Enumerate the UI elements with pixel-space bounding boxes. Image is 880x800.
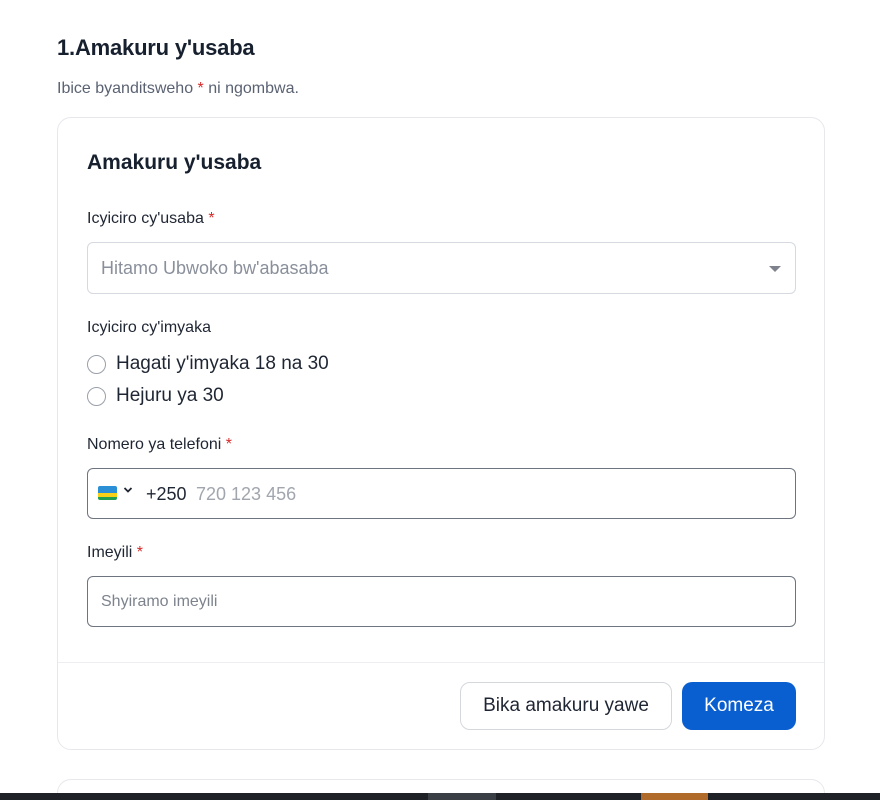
rwanda-flag-icon[interactable] [98,486,117,500]
applicant-category-select[interactable]: Hitamo Ubwoko bw'abasaba [87,242,796,294]
age-option-18-30[interactable]: Hagati y'imyaka 18 na 30 [87,353,329,375]
applicant-category-label-text: Icyiciro cy'usaba [87,210,204,227]
chevron-down-icon[interactable] [123,485,133,495]
age-option-over-30[interactable]: Hejuru ya 30 [87,385,224,407]
card-divider [58,662,824,663]
radio-button[interactable] [87,386,106,406]
radio-label: Hagati y'imyaka 18 na 30 [116,353,329,374]
phone-input[interactable]: 720 123 456 [196,484,296,505]
select-placeholder: Hitamo Ubwoko bw'abasaba [101,258,329,278]
subtitle-text: Ibice byanditsweho [57,80,198,97]
section-title: 1.Amakuru y'usaba [57,35,255,60]
card-title: Amakuru y'usaba [87,151,262,174]
radio-button[interactable] [87,354,106,374]
save-button[interactable]: Bika amakuru yawe [460,682,672,730]
email-placeholder: Shyiramo imeyili [101,593,218,610]
subtitle-text-end: ni ngombwa. [203,80,299,97]
email-label-text: Imeyili [87,544,133,561]
phone-label: Nomero ya telefoni * [87,436,232,454]
required-asterisk: * [225,436,232,453]
age-category-label: Icyiciro cy'imyaka [87,319,211,336]
applicant-info-card: Amakuru y'usaba Icyiciro cy'usaba * Hita… [57,117,825,750]
dial-code: +250 [146,484,187,504]
section-subtitle: Ibice byanditsweho * ni ngombwa. [57,80,299,98]
phone-label-text: Nomero ya telefoni [87,436,222,453]
email-field[interactable]: Shyiramo imeyili [87,576,796,627]
caret-down-icon [769,266,781,272]
phone-field[interactable]: +250 720 123 456 [87,468,796,519]
radio-label: Hejuru ya 30 [116,385,224,406]
applicant-category-label: Icyiciro cy'usaba * [87,210,215,228]
required-asterisk: * [208,210,215,227]
continue-button[interactable]: Komeza [682,682,796,730]
bottom-bar [0,793,880,800]
required-asterisk: * [136,544,144,561]
email-label: Imeyili * [87,544,143,562]
